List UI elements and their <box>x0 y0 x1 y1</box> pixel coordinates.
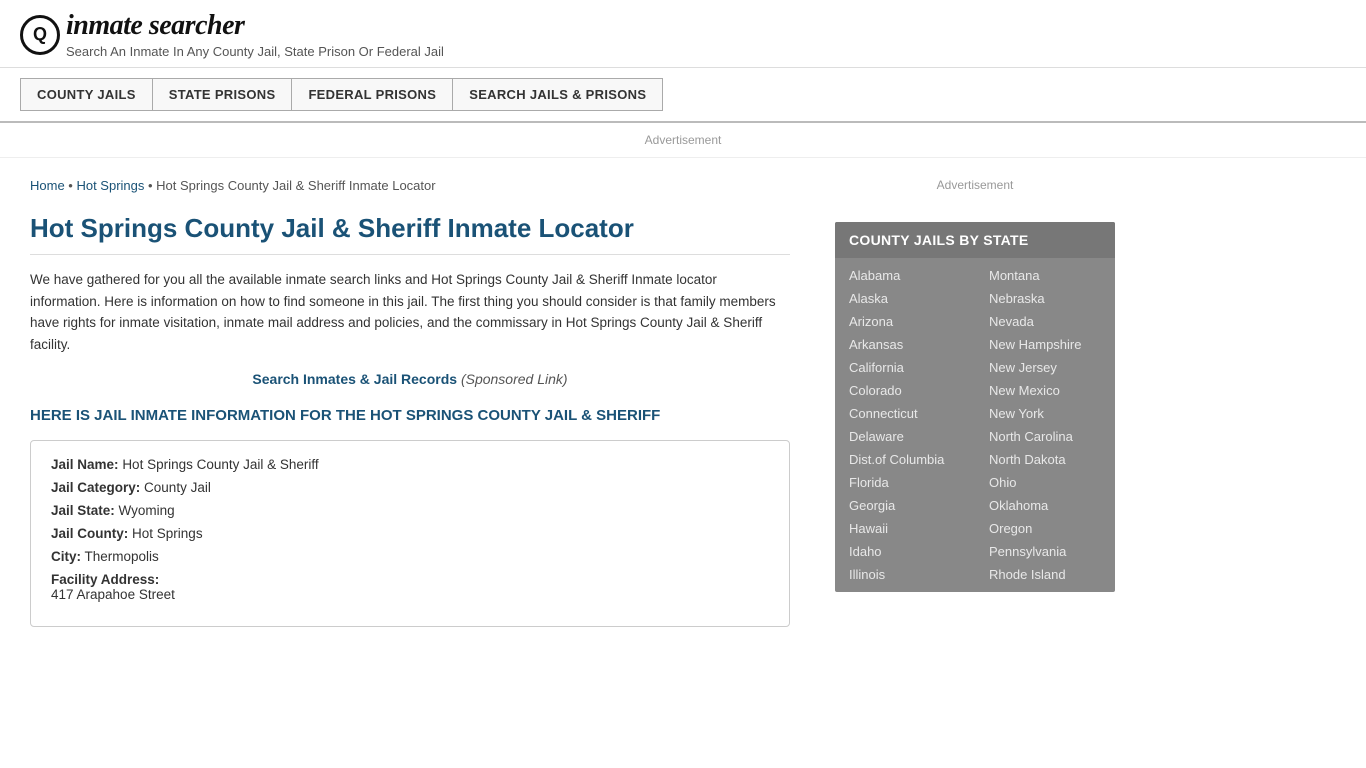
jail-info-box: Jail Name: Hot Springs County Jail & She… <box>30 440 790 627</box>
state-columns: AlabamaAlaskaArizonaArkansasCaliforniaCo… <box>835 258 1115 592</box>
county-jails-by-state-title: COUNTY JAILS BY STATE <box>835 222 1115 258</box>
sub-heading: HERE IS JAIL INMATE INFORMATION FOR THE … <box>30 407 790 424</box>
jail-state-label: Jail State: <box>51 503 115 518</box>
state-link[interactable]: Hawaii <box>835 517 975 540</box>
breadcrumb: Home • Hot Springs • Hot Springs County … <box>30 178 790 193</box>
jail-address-value: 417 Arapahoe Street <box>51 587 175 602</box>
jail-name-label: Jail Name: <box>51 457 119 472</box>
sidebar: Advertisement COUNTY JAILS BY STATE Alab… <box>820 158 1130 647</box>
state-link[interactable]: Dist.of Columbia <box>835 448 975 471</box>
sidebar-ad: Advertisement <box>835 168 1115 202</box>
breadcrumb-home[interactable]: Home <box>30 178 65 193</box>
jail-category-row: Jail Category: County Jail <box>51 480 769 495</box>
state-link[interactable]: Delaware <box>835 425 975 448</box>
state-link[interactable]: Ohio <box>975 471 1115 494</box>
state-link[interactable]: Illinois <box>835 563 975 586</box>
jail-name-row: Jail Name: Hot Springs County Jail & She… <box>51 457 769 472</box>
jail-address-label: Facility Address: <box>51 572 159 587</box>
state-link[interactable]: Arkansas <box>835 333 975 356</box>
state-link[interactable]: Rhode Island <box>975 563 1115 586</box>
site-tagline: Search An Inmate In Any County Jail, Sta… <box>66 44 444 59</box>
state-link[interactable]: Oklahoma <box>975 494 1115 517</box>
jail-category-value: County Jail <box>144 480 211 495</box>
logo-area: Q inmate searcher Search An Inmate In An… <box>20 10 1346 59</box>
jail-category-label: Jail Category: <box>51 480 140 495</box>
sponsored-label: (Sponsored Link) <box>461 371 568 387</box>
state-link[interactable]: New Jersey <box>975 356 1115 379</box>
jail-city-value: Thermopolis <box>85 549 159 564</box>
state-col-left: AlabamaAlaskaArizonaArkansasCaliforniaCo… <box>835 264 975 586</box>
jail-county-value: Hot Springs <box>132 526 203 541</box>
state-link[interactable]: Alabama <box>835 264 975 287</box>
state-link[interactable]: Colorado <box>835 379 975 402</box>
state-link[interactable]: California <box>835 356 975 379</box>
state-link[interactable]: New York <box>975 402 1115 425</box>
logo-icon: Q <box>20 15 60 55</box>
jail-state-row: Jail State: Wyoming <box>51 503 769 518</box>
state-link[interactable]: Florida <box>835 471 975 494</box>
search-link-area: Search Inmates & Jail Records (Sponsored… <box>30 371 790 387</box>
state-col-right: MontanaNebraskaNevadaNew HampshireNew Je… <box>975 264 1115 586</box>
logo-text: inmate searcher <box>66 10 444 42</box>
state-link[interactable]: Idaho <box>835 540 975 563</box>
federal-prisons-nav-btn[interactable]: FEDERAL PRISONS <box>292 78 453 111</box>
state-prisons-nav-btn[interactable]: STATE PRISONS <box>153 78 293 111</box>
state-link[interactable]: Montana <box>975 264 1115 287</box>
jail-city-row: City: Thermopolis <box>51 549 769 564</box>
state-link[interactable]: North Dakota <box>975 448 1115 471</box>
state-link[interactable]: New Hampshire <box>975 333 1115 356</box>
search-jails-nav-btn[interactable]: SEARCH JAILS & PRISONS <box>453 78 663 111</box>
state-link[interactable]: Pennsylvania <box>975 540 1115 563</box>
jail-state-value: Wyoming <box>119 503 175 518</box>
state-link[interactable]: Oregon <box>975 517 1115 540</box>
search-inmates-link[interactable]: Search Inmates & Jail Records <box>252 371 457 387</box>
main-content: Home • Hot Springs • Hot Springs County … <box>0 158 820 647</box>
state-link[interactable]: Connecticut <box>835 402 975 425</box>
jail-address-row: Facility Address: 417 Arapahoe Street <box>51 572 769 602</box>
state-link[interactable]: Nevada <box>975 310 1115 333</box>
state-link[interactable]: Georgia <box>835 494 975 517</box>
site-header: Q inmate searcher Search An Inmate In An… <box>0 0 1366 68</box>
page-description: We have gathered for you all the availab… <box>30 269 790 355</box>
jail-county-row: Jail County: Hot Springs <box>51 526 769 541</box>
state-link[interactable]: North Carolina <box>975 425 1115 448</box>
state-link[interactable]: Alaska <box>835 287 975 310</box>
ad-bar: Advertisement <box>0 123 1366 158</box>
state-link[interactable]: Arizona <box>835 310 975 333</box>
jail-county-label: Jail County: <box>51 526 128 541</box>
page-title: Hot Springs County Jail & Sheriff Inmate… <box>30 213 790 255</box>
main-layout: Home • Hot Springs • Hot Springs County … <box>0 158 1366 647</box>
main-nav: COUNTY JAILS STATE PRISONS FEDERAL PRISO… <box>0 68 1366 123</box>
county-jails-nav-btn[interactable]: COUNTY JAILS <box>20 78 153 111</box>
jail-name-value: Hot Springs County Jail & Sheriff <box>122 457 318 472</box>
breadcrumb-current: Hot Springs County Jail & Sheriff Inmate… <box>156 178 435 193</box>
state-link[interactable]: New Mexico <box>975 379 1115 402</box>
breadcrumb-parent[interactable]: Hot Springs <box>76 178 144 193</box>
county-jails-by-state-box: COUNTY JAILS BY STATE AlabamaAlaskaArizo… <box>835 222 1115 592</box>
state-link[interactable]: Nebraska <box>975 287 1115 310</box>
jail-city-label: City: <box>51 549 81 564</box>
